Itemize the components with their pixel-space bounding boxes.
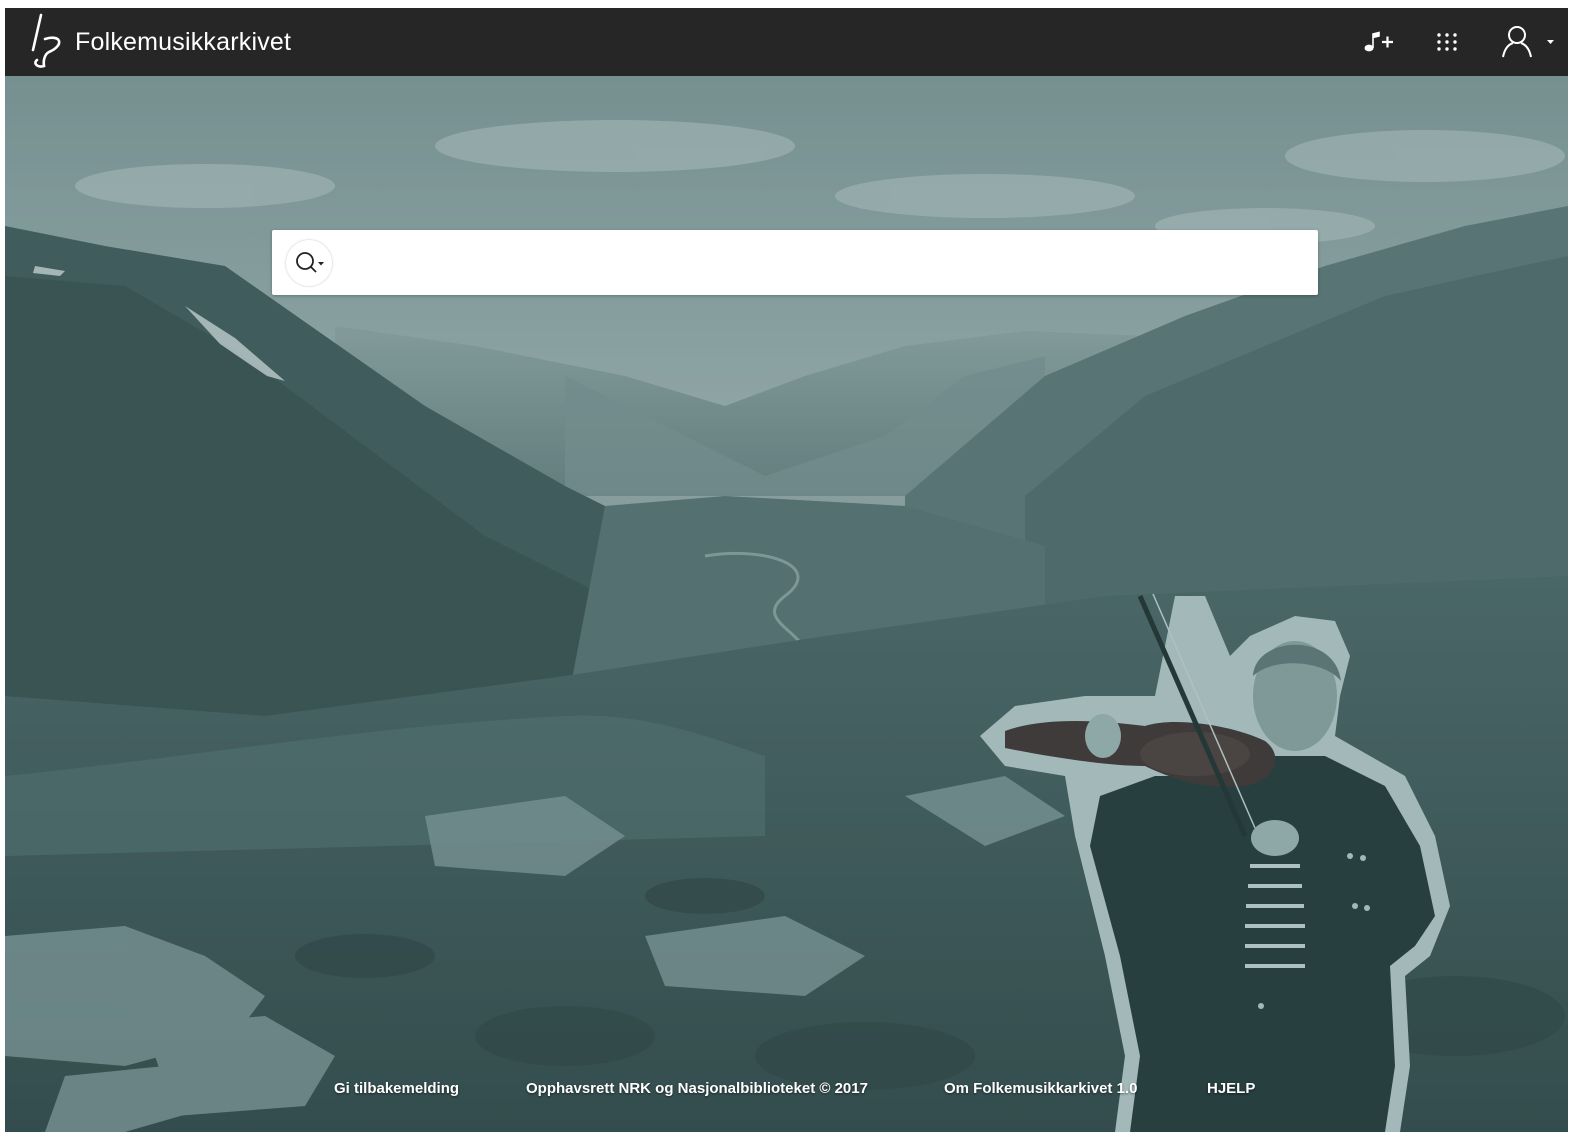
search-options-toggle[interactable] — [286, 240, 332, 286]
grid-apps-icon[interactable] — [1435, 24, 1459, 60]
folkemusikk-logo[interactable] — [27, 12, 67, 72]
feedback-link[interactable]: Gi tilbakemelding — [334, 1080, 459, 1097]
top-bar: Folkemusikkarkivet — [5, 8, 1568, 76]
help-link[interactable]: HJELP — [1207, 1080, 1255, 1097]
hero-background — [5, 76, 1568, 1132]
search-icon — [296, 252, 324, 273]
chevron-down-icon — [318, 262, 324, 266]
app-frame: Folkemusikkarkivet Gi tilbakemelding Opp… — [5, 8, 1568, 1132]
about-link[interactable]: Om Folkemusikkarkivet 1.0 — [944, 1080, 1137, 1097]
brand-title[interactable]: Folkemusikkarkivet — [75, 28, 291, 57]
footer: Gi tilbakemelding Opphavsrett NRK og Nas… — [5, 1080, 1568, 1104]
music-note-plus-icon[interactable] — [1360, 24, 1396, 60]
search-bar — [272, 230, 1318, 295]
search-input[interactable] — [344, 240, 1308, 286]
copyright-link[interactable]: Opphavsrett NRK og Nasjonalbiblioteket ©… — [526, 1080, 868, 1097]
user-account-icon[interactable] — [1497, 24, 1559, 60]
